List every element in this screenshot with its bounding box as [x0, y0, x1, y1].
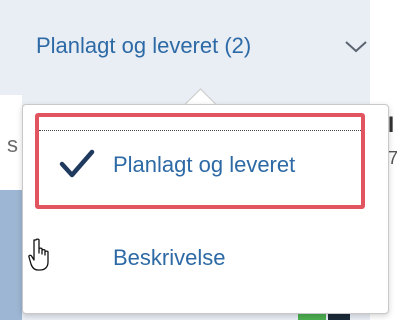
- background-text-fragment: 7: [388, 148, 397, 168]
- background-text-fragment: s: [7, 132, 18, 157]
- menu-option-beskrivelse[interactable]: Beskrivelse: [23, 215, 388, 301]
- hand-pointer-icon: [28, 238, 49, 271]
- menu-option-label: Beskrivelse: [113, 245, 226, 270]
- filter-dropdown[interactable]: Planlagt og leveret (2): [0, 0, 397, 95]
- filter-dropdown-label[interactable]: Planlagt og leveret (2): [36, 33, 251, 59]
- background-blue-panel: [0, 190, 22, 320]
- annotation-highlight-box: [35, 113, 365, 209]
- chevron-down-icon[interactable]: [343, 37, 369, 55]
